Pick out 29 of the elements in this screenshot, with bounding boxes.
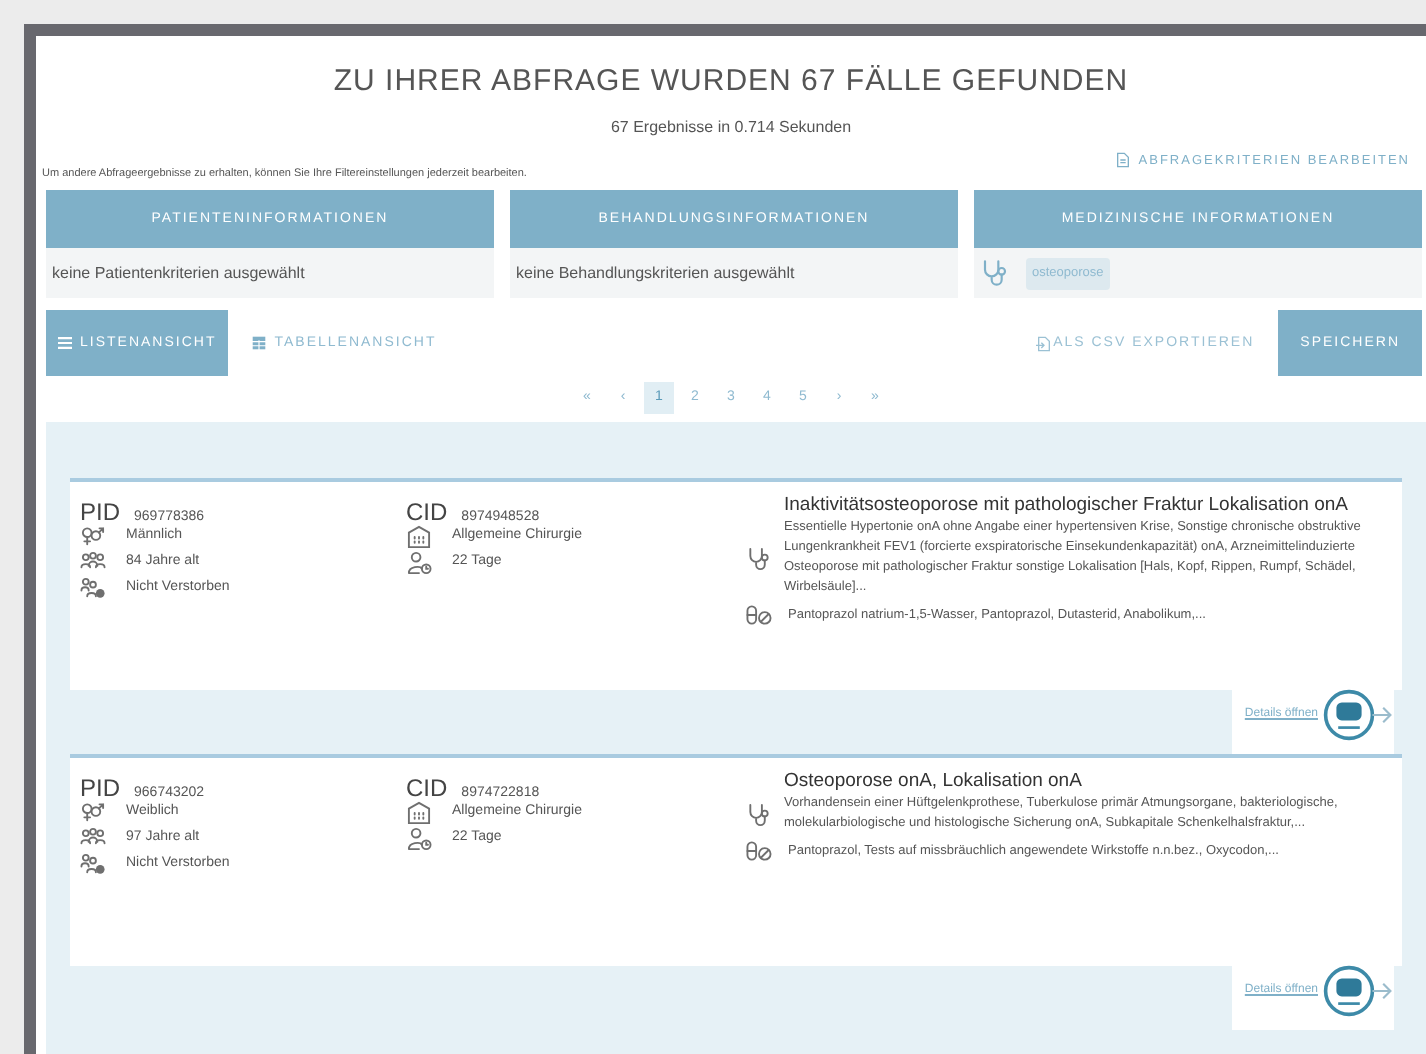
criteria-text: keine Patientenkriterien ausgewählt — [52, 261, 305, 286]
diagnosis-title: Inaktivitätsosteoporose mit pathologischer Fraktur Lokalisation onA — [782, 494, 1350, 519]
building-icon — [406, 799, 432, 826]
pills-icon — [746, 602, 772, 629]
stethoscope-icon — [746, 545, 772, 572]
logo-arrow-icon — [1322, 963, 1394, 1018]
field-label: PID — [80, 772, 121, 807]
field-label: CID — [406, 772, 448, 807]
stethoscope-icon — [980, 258, 1010, 289]
building-icon — [406, 523, 432, 550]
diagnosis-title: Osteoporose onA, Lokalisation onA — [782, 770, 1084, 795]
person-clock-icon — [406, 825, 432, 852]
page-title: ZU IHRER ABFRAGE WURDEN 67 FÄLLE GEFUNDEN — [333, 62, 1129, 102]
export-file-icon — [1035, 335, 1052, 352]
criteria-text: keine Behandlungskriterien ausgewählt — [516, 261, 795, 286]
list-icon — [58, 336, 72, 351]
field-label: CID — [406, 496, 448, 531]
person-clock-icon — [406, 549, 432, 576]
gender-icon — [80, 523, 106, 550]
field-label: PID — [80, 496, 121, 531]
table-icon — [252, 336, 267, 351]
logo-arrow-icon — [1322, 687, 1394, 742]
people-clock-icon — [80, 851, 106, 878]
result-count: 67 Ergebnisse in 0.714 Sekunden — [610, 115, 852, 139]
stethoscope-icon — [746, 801, 772, 828]
document-icon — [1116, 152, 1131, 169]
pills-icon — [746, 838, 772, 865]
people-clock-icon — [80, 575, 106, 602]
gender-icon — [80, 799, 106, 826]
